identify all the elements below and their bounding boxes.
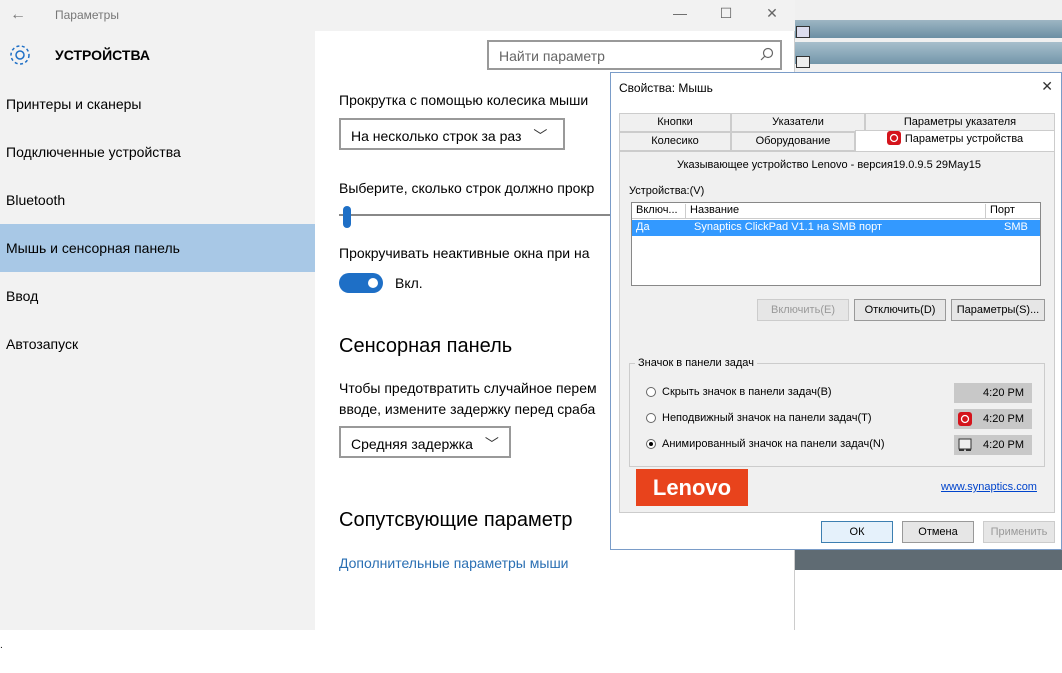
tab-label: Оборудование	[755, 135, 831, 147]
enable-button[interactable]: Включить(E)	[757, 299, 849, 321]
driver-version: Указывающее устройство Lenovo - версия19…	[677, 159, 982, 171]
slider-thumb[interactable]	[343, 206, 351, 228]
related-heading: Сопутсвующие параметр	[339, 509, 573, 531]
cell-enabled: Да	[636, 221, 650, 233]
tray-time: 4:20 PM	[983, 439, 1024, 451]
background-doc-icon	[796, 56, 810, 68]
touchpad-desc-line2: вводе, измените задержку перед сраба	[339, 401, 596, 417]
scroll-label: Прокрутка с помощью колесика мыши	[339, 92, 589, 108]
sidebar-item-autoplay[interactable]: Автозапуск	[0, 320, 315, 368]
device-list[interactable]: Включ... Название Порт Да Synaptics Clic…	[631, 202, 1041, 286]
inactive-scroll-label: Прокручивать неактивные окна при на	[339, 245, 590, 261]
synaptics-tray-icon	[958, 412, 972, 426]
sidebar-item-label: Мышь и сенсорная панель	[6, 240, 180, 256]
radio-static-icon[interactable]: Неподвижный значок на панели задач(T)	[646, 412, 872, 424]
minimize-icon[interactable]: —	[670, 5, 690, 21]
maximize-icon[interactable]: ☐	[716, 5, 736, 22]
sidebar-item-label: Принтеры и сканеры	[6, 96, 142, 112]
sidebar-item-bluetooth[interactable]: Bluetooth	[0, 176, 315, 224]
sidebar-item-printers[interactable]: Принтеры и сканеры	[0, 80, 315, 128]
tab-wheel[interactable]: Колесико	[619, 132, 731, 151]
sidebar-item-label: Автозапуск	[6, 336, 79, 352]
column-header[interactable]: Порт	[986, 204, 1040, 218]
section-title: УСТРОЙСТВА	[55, 47, 150, 63]
lenovo-logo: Lenovo	[636, 469, 748, 506]
inactive-scroll-toggle[interactable]	[339, 273, 383, 293]
sidebar-item-label: Bluetooth	[6, 192, 66, 208]
close-icon[interactable]: ✕	[762, 5, 782, 22]
dialog-close-icon[interactable]: ✕	[1041, 78, 1053, 95]
device-params-button[interactable]: Параметры(S)...	[951, 299, 1045, 321]
sidebar-item-input[interactable]: Ввод	[0, 272, 315, 320]
background-monitor-icon	[796, 26, 810, 38]
synaptics-icon	[886, 131, 901, 145]
radio-animated-icon[interactable]: Анимированный значок на панели задач(N)	[646, 438, 885, 450]
tray-time: 4:20 PM	[983, 387, 1024, 399]
sidebar-item-mouse[interactable]: Мышь и сенсорная панель	[0, 224, 315, 272]
dialog-title: Свойства: Мышь	[619, 81, 713, 95]
sidebar-item-connected-devices[interactable]: Подключенные устройства	[0, 128, 315, 176]
background-toolbar	[795, 20, 1062, 38]
toggle-state: Вкл.	[395, 275, 423, 291]
radio-button[interactable]	[646, 439, 656, 449]
apply-button[interactable]: Применить	[983, 521, 1055, 543]
chevron-down-icon: ﹀	[533, 128, 548, 144]
synaptics-link[interactable]: www.synaptics.com	[941, 481, 1037, 493]
chevron-down-icon: ﹀	[484, 436, 499, 452]
screen: ← Параметры — ☐ ✕ УСТРОЙСТВА Найти парам…	[0, 0, 1062, 673]
cancel-button[interactable]: Отмена	[902, 521, 974, 543]
radio-button[interactable]	[646, 387, 656, 397]
radio-label: Неподвижный значок на панели задач(T)	[662, 412, 872, 424]
tab-device-settings[interactable]: Параметры устройства	[855, 130, 1055, 151]
window-title: Параметры	[55, 8, 119, 22]
table-row[interactable]: Да Synaptics ClickPad V1.1 на SMB порт S…	[632, 220, 1040, 236]
radio-label: Анимированный значок на панели задач(N)	[662, 438, 885, 450]
mouse-settings-link[interactable]: Дополнительные параметры мыши	[339, 555, 569, 571]
search-input[interactable]: Найти параметр	[487, 40, 782, 70]
touchpad-heading: Сенсорная панель	[339, 335, 513, 357]
lines-label: Выберите, сколько строк должно прокр	[339, 180, 595, 196]
lines-slider[interactable]	[339, 214, 619, 216]
tab-label: Параметры устройства	[904, 133, 1024, 145]
search-placeholder: Найти параметр	[499, 48, 605, 64]
mouse-properties-dialog: Свойства: Мышь ✕ Кнопки Указатели Параме…	[610, 72, 1062, 550]
tray-preview-hidden: 4:20 PM	[954, 383, 1032, 403]
radio-hide-icon[interactable]: Скрыть значок в панели задач(B)	[646, 386, 832, 398]
devices-label: Устройства:(V)	[629, 185, 705, 197]
radio-button[interactable]	[646, 413, 656, 423]
search-icon	[760, 47, 774, 61]
column-header[interactable]: Название	[686, 204, 986, 218]
back-arrow-icon[interactable]: ←	[10, 6, 26, 24]
cell-device-name: Synaptics ClickPad V1.1 на SMB порт	[694, 221, 883, 233]
title-bar: ← Параметры — ☐ ✕	[0, 0, 795, 31]
touchpad-desc-line1: Чтобы предотвратить случайное перем	[339, 380, 597, 396]
column-header[interactable]: Включ...	[632, 204, 686, 218]
radio-label: Скрыть значок в панели задач(B)	[662, 386, 832, 398]
footnote-mark: .	[0, 640, 3, 651]
background-toolbar-2	[795, 42, 1062, 64]
device-list-header: Включ... Название Порт	[632, 203, 1040, 219]
sidebar-item-label: Подключенные устройства	[6, 144, 181, 160]
tray-time: 4:20 PM	[983, 413, 1024, 425]
tab-pointers[interactable]: Указатели	[731, 113, 865, 132]
cell-port: SMB	[1004, 221, 1028, 233]
tray-icon-group-label: Значок в панели задач	[635, 357, 757, 369]
touchpad-tray-icon	[958, 438, 972, 451]
tab-hardware[interactable]: Оборудование	[731, 132, 855, 151]
tab-label: Параметры указателя	[903, 116, 1017, 128]
ok-button[interactable]: ОК	[821, 521, 893, 543]
delay-dropdown[interactable]: Средняя задержка ﹀	[339, 426, 511, 458]
tab-label: Кнопки	[657, 116, 693, 128]
scroll-dropdown[interactable]: На несколько строк за раз ﹀	[339, 118, 565, 150]
tab-label: Колесико	[651, 135, 699, 147]
disable-button[interactable]: Отключить(D)	[854, 299, 946, 321]
gear-icon	[10, 45, 30, 65]
scroll-dropdown-value: На несколько строк за раз	[351, 128, 522, 144]
tab-buttons[interactable]: Кнопки	[619, 113, 731, 132]
delay-dropdown-value: Средняя задержка	[351, 436, 473, 452]
sidebar-item-label: Ввод	[6, 288, 39, 304]
tab-label: Указатели	[772, 116, 824, 128]
